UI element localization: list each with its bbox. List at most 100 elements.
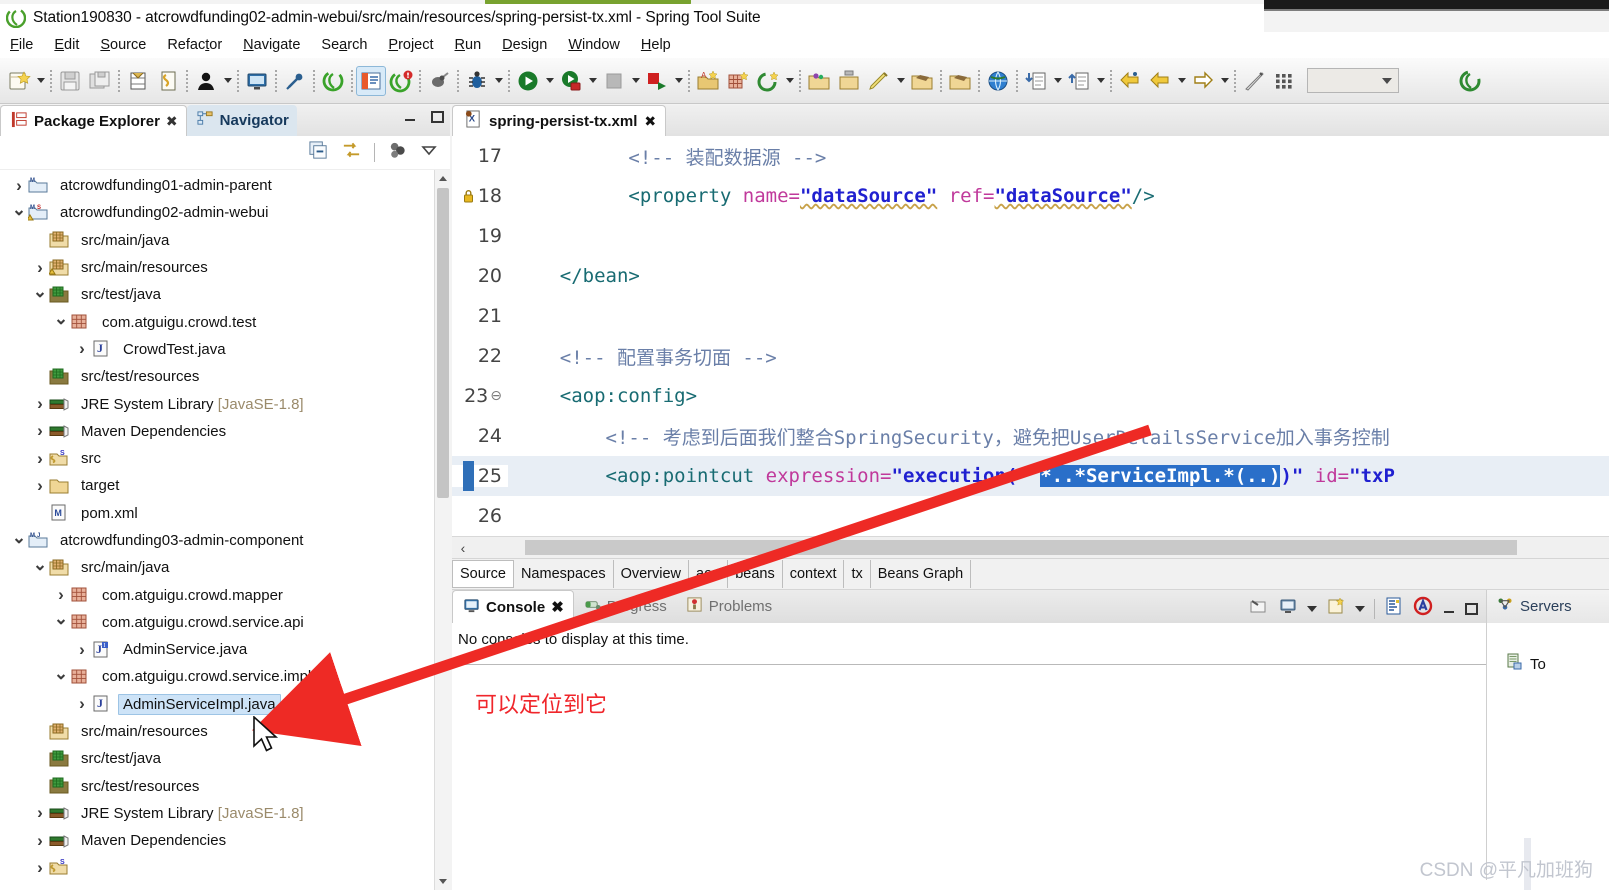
chevron-down-icon[interactable] — [52, 667, 70, 687]
code-line[interactable]: 20 </bean> — [452, 256, 1609, 296]
tab-package-explorer[interactable]: Package Explorer ✖ — [0, 105, 187, 136]
minimize-icon[interactable] — [403, 110, 417, 124]
scroll-lock-icon[interactable] — [1413, 596, 1433, 621]
scroll-left-icon[interactable]: ‹ — [452, 540, 474, 556]
next-icon[interactable] — [1188, 66, 1218, 96]
tree-item-com-atguigu-crowd-mapper[interactable]: com.atguigu.crowd.mapper — [0, 581, 450, 608]
grid-icon[interactable] — [1269, 66, 1299, 96]
tab-console[interactable]: Console ✖ — [452, 590, 574, 623]
line-gutter[interactable]: 19 — [452, 225, 508, 247]
menu-item-project[interactable]: Project — [388, 37, 433, 53]
tree-item-src-main-resources[interactable]: src/main/resources — [0, 718, 450, 745]
package-icon[interactable] — [945, 66, 975, 96]
bean-icon[interactable] — [386, 66, 416, 96]
sts-dashboard-icon[interactable] — [356, 65, 386, 96]
chevron-right-icon[interactable] — [31, 449, 49, 469]
line-gutter[interactable]: 25 — [452, 461, 508, 491]
import-icon[interactable] — [1021, 66, 1051, 96]
editor-page-tab-source[interactable]: Source — [452, 560, 514, 588]
console-tabbar[interactable]: Console ✖ Progress Problems — [452, 590, 1486, 623]
stop-dropdown[interactable] — [629, 67, 642, 95]
line-gutter[interactable]: 26 — [452, 505, 508, 527]
tree-scrollbar[interactable] — [434, 170, 450, 890]
editor-horizontal-scrollbar[interactable]: ‹ — [452, 536, 1609, 558]
tab-navigator[interactable]: Navigator — [186, 105, 297, 136]
chevron-right-icon[interactable] — [31, 803, 49, 823]
globe-icon[interactable] — [983, 66, 1013, 96]
editor-page-tab-aop[interactable]: aop — [689, 560, 729, 588]
tree-item-src-test-java[interactable]: src/test/java — [0, 281, 450, 308]
menu-item-file[interactable]: File — [10, 37, 33, 53]
line-gutter[interactable]: 17 — [452, 145, 508, 167]
new-wizard-dropdown[interactable] — [34, 67, 47, 95]
line-gutter[interactable]: 22 — [452, 345, 508, 367]
tree-item-atcrowdfunding03-admin-component[interactable]: MJatcrowdfunding03-admin-component — [0, 527, 450, 554]
tree-item-com-atguigu-crowd-service-api[interactable]: com.atguigu.crowd.service.api — [0, 609, 450, 636]
link-break-icon[interactable] — [280, 66, 310, 96]
stop-icon[interactable] — [599, 66, 629, 96]
chevron-down-icon[interactable] — [31, 558, 49, 578]
new-package-icon[interactable] — [723, 66, 753, 96]
run-config-dropdown[interactable] — [586, 67, 599, 95]
chevron-right-icon[interactable] — [52, 585, 70, 605]
editor-page-tab-tx[interactable]: tx — [844, 560, 871, 588]
package-explorer-toolbar[interactable] — [0, 136, 450, 170]
chevron-right-icon[interactable] — [31, 394, 49, 414]
menu-item-search[interactable]: Search — [321, 37, 367, 53]
spring-boot-icon[interactable] — [318, 66, 348, 96]
link-with-editor-icon[interactable] — [341, 140, 362, 166]
editor-tabbar[interactable]: X spring-persist-tx.xml ✖ — [452, 105, 1609, 136]
tree-item-src-test-resources[interactable]: src/test/resources — [0, 773, 450, 800]
prev-icon[interactable] — [1145, 66, 1175, 96]
chevron-right-icon[interactable] — [31, 476, 49, 496]
chevron-right-icon[interactable] — [73, 640, 91, 660]
tree-item-src-main-resources[interactable]: src/main/resources — [0, 254, 450, 281]
tree-item-adminserviceimpl-java[interactable]: J AdminServiceImpl.java — [0, 691, 450, 718]
tab-progress[interactable]: Progress — [574, 590, 676, 623]
tab-problems[interactable]: Problems — [676, 590, 781, 623]
tree-item-jre-system-library[interactable]: JRE System Library [JavaSE-1.8] — [0, 800, 450, 827]
menu-item-run[interactable]: Run — [455, 37, 482, 53]
console-toolbar[interactable] — [1249, 596, 1478, 621]
tree-item-src-test-resources[interactable]: src/test/resources — [0, 363, 450, 390]
chevron-down-icon[interactable] — [1307, 605, 1317, 612]
collapse-all-icon[interactable] — [308, 140, 329, 166]
tree-item-src[interactable]: Ssrc — [0, 445, 450, 472]
tree-item-maven-dependencies[interactable]: Maven Dependencies — [0, 418, 450, 445]
menu-item-navigate[interactable]: Navigate — [243, 37, 300, 53]
open-resource-icon[interactable] — [804, 66, 834, 96]
scroll-up-icon[interactable] — [435, 170, 450, 187]
close-icon[interactable]: ✖ — [551, 598, 564, 616]
editor-page-tab-beans[interactable]: beans — [728, 560, 783, 588]
next-dropdown[interactable] — [1218, 67, 1231, 95]
editor-page-tab-namespaces[interactable]: Namespaces — [514, 560, 614, 588]
run-config-icon[interactable] — [556, 66, 586, 96]
code-line[interactable]: 24 <!-- 考虑到后面我们整合SpringSecurity，避免把UserD… — [452, 416, 1609, 456]
menu-item-help[interactable]: Help — [641, 37, 671, 53]
perspective-combo[interactable] — [1307, 68, 1399, 93]
menu-item-refactor[interactable]: Refactor — [167, 37, 222, 53]
editor-page-tab-overview[interactable]: Overview — [614, 560, 690, 588]
stop-red-icon[interactable] — [642, 66, 672, 96]
perspective-icon[interactable] — [1455, 66, 1485, 96]
minimize-icon[interactable] — [1442, 602, 1456, 616]
display-console-icon[interactable] — [1278, 596, 1298, 621]
code-line[interactable]: 17 <!-- 装配数据源 --> — [452, 136, 1609, 176]
open-folder-icon[interactable] — [834, 66, 864, 96]
tree-item-src-main-java[interactable]: src/main/java — [0, 227, 450, 254]
edit-pencil-icon[interactable] — [864, 66, 894, 96]
tree-item-src-test-java[interactable]: src/test/java — [0, 745, 450, 772]
close-icon[interactable]: ✖ — [644, 113, 656, 130]
line-gutter[interactable]: 18 — [452, 185, 508, 207]
maximize-icon[interactable] — [431, 111, 444, 123]
new-wizard-icon[interactable] — [4, 66, 34, 96]
tree-item-com-atguigu-crowd-service-impl[interactable]: com.atguigu.crowd.service.impl — [0, 663, 450, 690]
export-dropdown[interactable] — [1094, 67, 1107, 95]
scroll-down-icon[interactable] — [435, 873, 450, 890]
caret-bar[interactable] — [462, 461, 476, 491]
chevron-right-icon[interactable] — [31, 858, 49, 878]
chevron-right-icon[interactable] — [31, 258, 49, 278]
print-icon[interactable] — [123, 66, 153, 96]
code-line[interactable]: 19 — [452, 216, 1609, 256]
chevron-right-icon[interactable] — [31, 831, 49, 851]
